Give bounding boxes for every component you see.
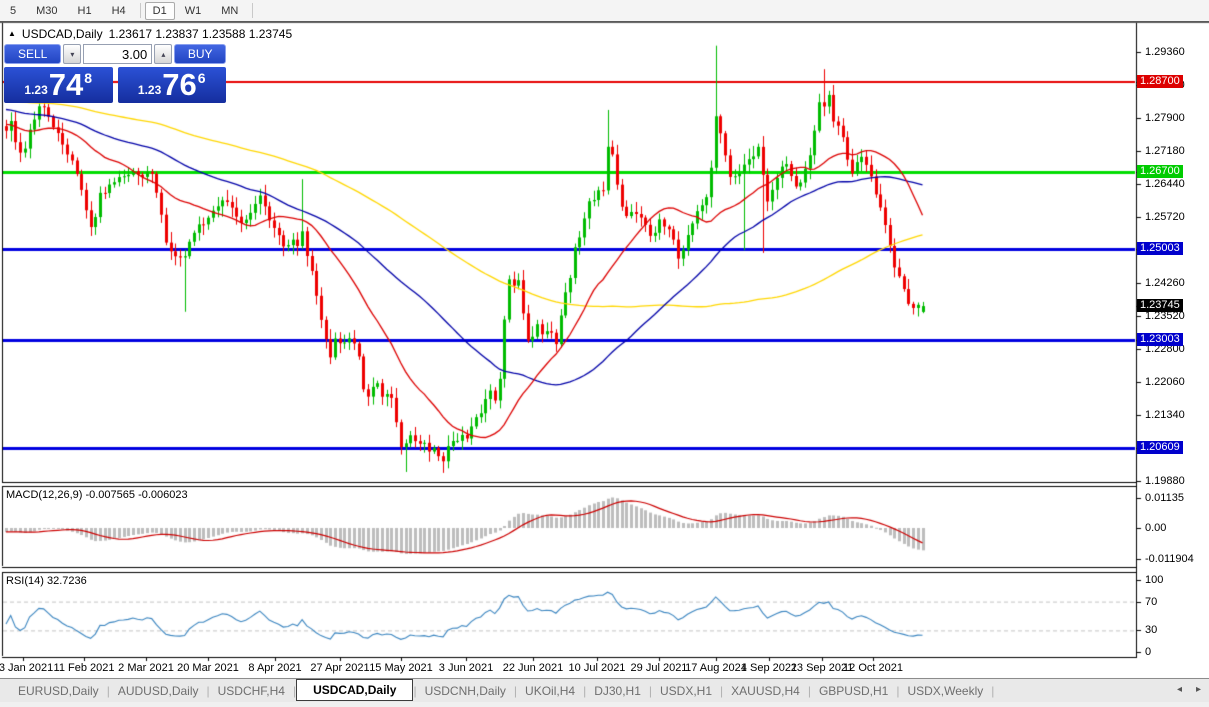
chart-tab-eurusd[interactable]: EURUSD,Daily [10,681,107,701]
rsi-scale-label: 30 [1145,624,1157,636]
sell-button[interactable]: SELL [4,44,61,64]
chart-tab-usdcnh[interactable]: USDCNH,Daily [417,681,514,701]
rsi-scale-label: 100 [1145,574,1163,586]
sell-price-big: 74 [49,70,83,100]
buy-price-big: 76 [162,70,196,100]
price-tick-label: 1.24260 [1145,277,1185,289]
timeframe-toolbar: 5M30H1H4 D1W1MN [0,0,1209,21]
toolbar-separator [140,3,141,18]
chart-tab-bar: EURUSD,Daily|AUDUSD,Daily|USDCHF,H4|USDC… [0,678,1209,702]
sell-price-pip: 8 [84,70,92,86]
chart-title: ▲ USDCAD,Daily 1.23617 1.23837 1.23588 1… [8,27,292,41]
date-tick-label: 10 Jul 2021 [562,662,632,674]
timeframe-button-h1[interactable]: H1 [68,2,102,20]
symbol-label: USDCAD,Daily [22,27,103,41]
chart-tab-usdchf[interactable]: USDCHF,H4 [210,681,293,701]
price-tick-label: 1.19880 [1145,475,1185,487]
volume-input[interactable]: 3.00 [83,44,152,64]
volume-decrease-button[interactable]: ▾ [63,44,81,64]
tab-scroll-left-icon[interactable]: ◂ [1177,684,1182,695]
ohlc-values: 1.23617 1.23837 1.23588 1.23745 [109,27,293,41]
price-tick-label: 1.25720 [1145,211,1185,223]
date-tick-label: 12 Oct 2021 [838,662,908,674]
price-level-label: 1.20609 [1137,441,1183,454]
chart-tab-ukoil[interactable]: UKOil,H4 [517,681,583,701]
chart-tab-usdx[interactable]: USDX,H1 [652,681,720,701]
price-level-label: 1.23003 [1137,333,1183,346]
price-level-label: 1.28700 [1137,75,1183,88]
date-tick-label: 3 Jun 2021 [431,662,501,674]
timeframe-button-w1[interactable]: W1 [175,2,212,20]
collapse-icon[interactable]: ▲ [8,30,16,38]
price-level-label: 1.25003 [1137,242,1183,255]
timeframe-button-mn[interactable]: MN [211,2,248,20]
spin-up-icon: ▴ [161,50,165,59]
date-tick-label: 2 Mar 2021 [111,662,181,674]
date-tick-label: 22 Jun 2021 [498,662,568,674]
buy-price-display[interactable]: 1.23 76 6 [118,67,227,103]
buy-button[interactable]: BUY [174,44,226,64]
price-tick-label: 1.27180 [1145,145,1185,157]
price-tick-label: 1.22060 [1145,376,1185,388]
rsi-scale-label: 70 [1145,596,1157,608]
chart-tab-gbpusd[interactable]: GBPUSD,H1 [811,681,896,701]
price-tick-label: 1.26440 [1145,178,1185,190]
price-tick-label: 1.21340 [1145,409,1185,421]
price-level-label: 1.23745 [1137,299,1183,312]
date-tick-label: 8 Apr 2021 [240,662,310,674]
toolbar-separator [252,3,253,18]
chart-tab-audusd[interactable]: AUDUSD,Daily [110,681,207,701]
sell-price-display[interactable]: 1.23 74 8 [4,67,113,103]
macd-scale-label: -0.011904 [1145,553,1194,565]
date-tick-label: 20 Mar 2021 [173,662,243,674]
macd-label: MACD(12,26,9) -0.007565 -0.006023 [6,489,188,501]
tab-scroll-controls: ◂ ▸ [1177,684,1201,695]
timeframe-button-h4[interactable]: H4 [102,2,136,20]
price-tick-label: 1.29360 [1145,46,1185,58]
chart-tab-usdcad[interactable]: USDCAD,Daily [296,679,413,701]
chart-tab-xauusd[interactable]: XAUUSD,H4 [723,681,808,701]
one-click-trading-panel: SELL ▾ 3.00 ▴ BUY 1.23 74 8 1.23 76 6 [4,44,226,103]
price-tick-label: 1.27900 [1145,112,1185,124]
spin-down-icon: ▾ [70,50,74,59]
chart-canvas[interactable] [0,0,1209,707]
date-tick-label: 27 Apr 2021 [305,662,375,674]
macd-scale-label: 0.01135 [1145,492,1184,504]
chart-tab-dj30[interactable]: DJ30,H1 [586,681,649,701]
timeframe-button-5[interactable]: 5 [0,2,26,20]
tab-scroll-right-icon[interactable]: ▸ [1196,684,1201,695]
rsi-scale-label: 0 [1145,646,1151,658]
volume-increase-button[interactable]: ▴ [154,44,172,64]
timeframe-button-m30[interactable]: M30 [26,2,67,20]
buy-price-prefix: 1.23 [138,83,161,97]
date-tick-label: 11 Feb 2021 [49,662,119,674]
date-tick-label: 15 May 2021 [366,662,436,674]
chart-tab-usdx[interactable]: USDX,Weekly [899,681,991,701]
price-level-label: 1.26700 [1137,165,1183,178]
rsi-label: RSI(14) 32.7236 [6,575,87,587]
macd-scale-label: 0.00 [1145,522,1166,534]
sell-price-prefix: 1.23 [24,83,47,97]
trading-app-window: 5M30H1H4 D1W1MN ▲ USDCAD,Daily 1.23617 1.… [0,0,1209,707]
tab-separator: | [991,684,994,698]
buy-price-pip: 6 [198,70,206,86]
timeframe-button-d1[interactable]: D1 [145,2,175,20]
